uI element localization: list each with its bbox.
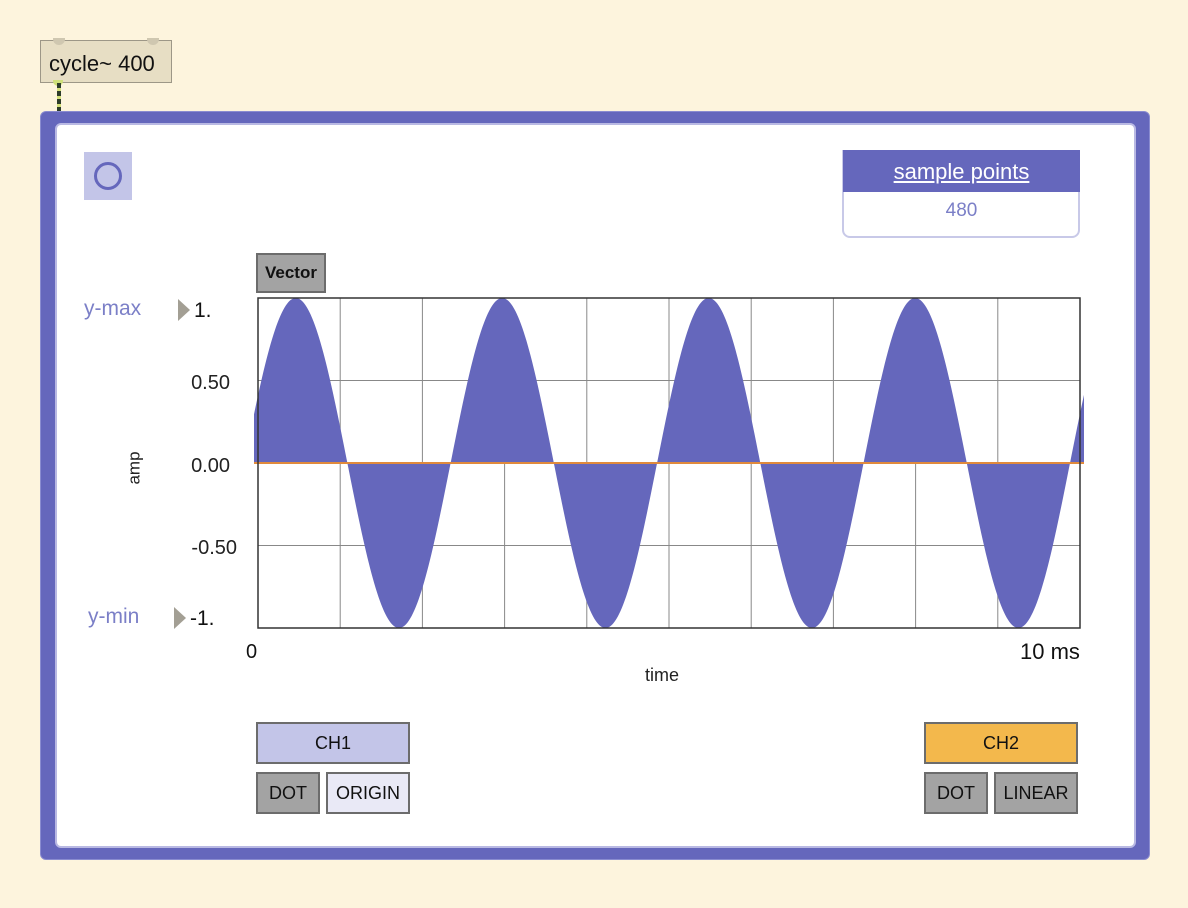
y-tick-label: -0.50 — [191, 537, 237, 559]
sample-points-number[interactable]: 480 — [843, 192, 1080, 232]
circle-toggle-icon — [94, 162, 122, 190]
inlet-left[interactable] — [53, 38, 65, 45]
sample-points-label[interactable]: sample points — [843, 150, 1080, 192]
y-max-arrow-icon — [178, 299, 190, 321]
ch1-origin-button[interactable]: ORIGIN — [326, 772, 410, 814]
x-start-label: 0 — [246, 641, 258, 663]
y-max-number[interactable]: 1. — [194, 299, 212, 323]
toggle-button[interactable] — [84, 152, 132, 200]
x-axis-label: time — [645, 665, 680, 685]
inlet-right[interactable] — [147, 38, 159, 45]
y-min-label: y-min — [88, 605, 140, 628]
ch2-dot-button[interactable]: DOT — [924, 772, 988, 814]
y-min-number[interactable]: -1. — [190, 607, 215, 631]
ch2-button[interactable]: CH2 — [924, 722, 1078, 764]
y-axis-label: amp — [124, 451, 144, 485]
cycle-object-box[interactable]: cycle~ 400 — [40, 38, 172, 83]
vector-button[interactable]: Vector — [256, 253, 326, 293]
ch1-button[interactable]: CH1 — [256, 722, 410, 764]
y-tick-label: 0.50 — [191, 372, 230, 394]
scope-plot[interactable] — [250, 294, 1090, 634]
ch1-dot-button[interactable]: DOT — [256, 772, 320, 814]
object-label: cycle~ 400 — [49, 51, 155, 76]
y-max-label: y-max — [84, 297, 142, 320]
y-tick-label: 0.00 — [191, 455, 230, 477]
y-min-arrow-icon — [174, 607, 186, 629]
patch-cord[interactable] — [57, 83, 61, 113]
ch2-linear-button[interactable]: LINEAR — [994, 772, 1078, 814]
x-end-label: 10 ms — [1020, 639, 1080, 664]
